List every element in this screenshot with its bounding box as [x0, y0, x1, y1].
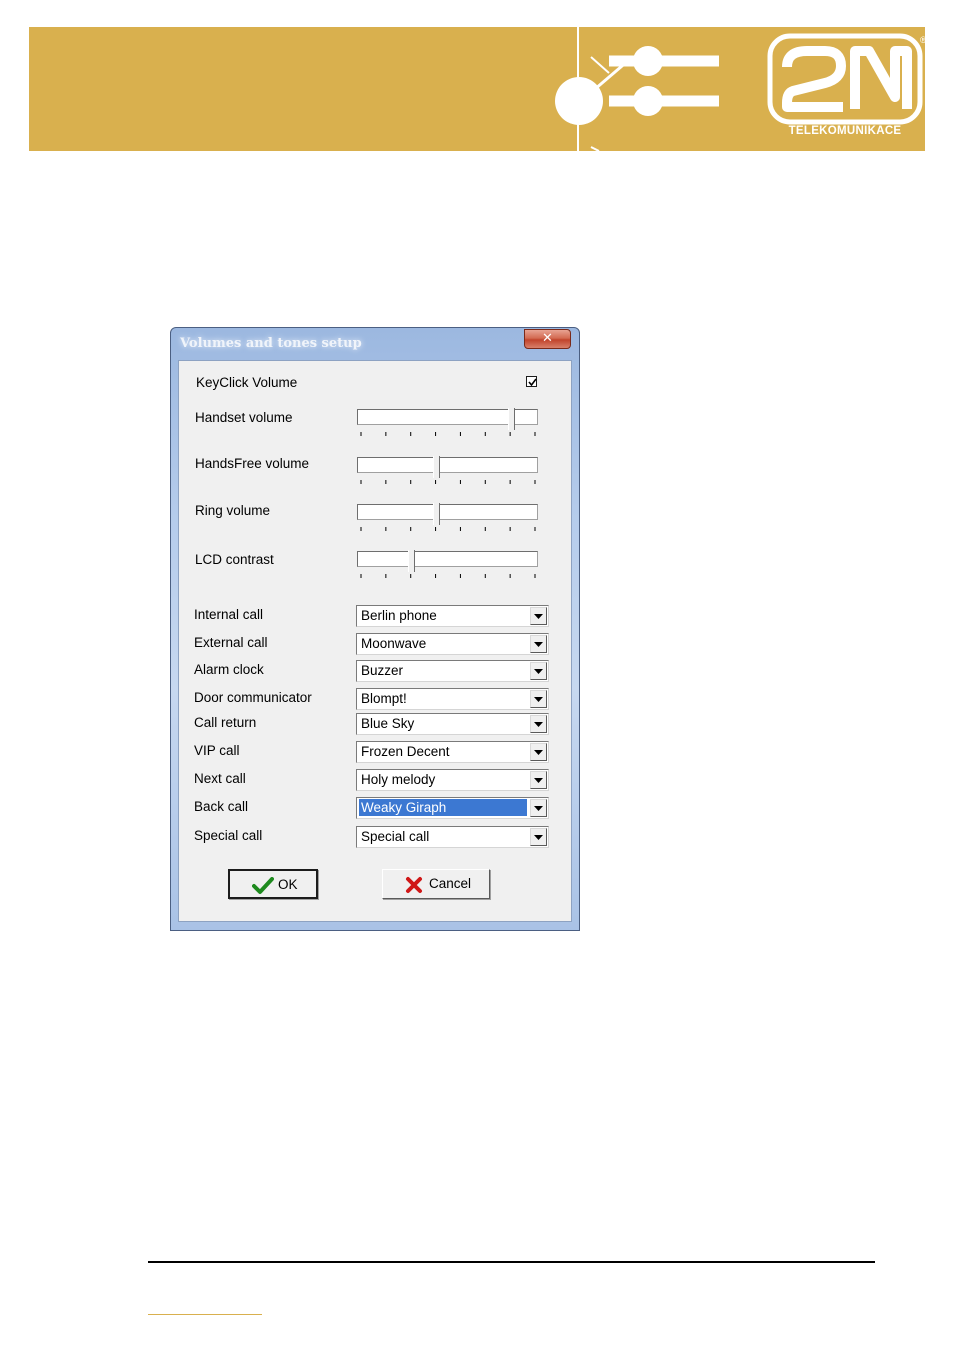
footer-accent-line: [148, 1314, 262, 1315]
lcd-contrast-slider[interactable]: [357, 550, 539, 581]
tone-select[interactable]: Moonwave: [356, 633, 549, 655]
dropdown-button[interactable]: [530, 607, 547, 625]
tone-select-value: Frozen Decent: [361, 744, 450, 759]
tone-label: Call return: [194, 715, 257, 730]
slider-track: [357, 551, 538, 567]
ok-button[interactable]: OK: [228, 869, 318, 899]
tone-label: VIP call: [194, 743, 240, 758]
slider-track: [357, 457, 538, 473]
chevron-down-icon: [534, 642, 543, 647]
tone-select-value: Special call: [361, 829, 430, 844]
dropdown-button[interactable]: [530, 635, 547, 653]
tone-label: Back call: [194, 799, 249, 814]
chevron-down-icon: [534, 835, 543, 840]
keyclick-volume-checkbox[interactable]: [526, 376, 537, 387]
tone-label: Door communicator: [194, 690, 312, 705]
tone-select-value: Holy melody: [361, 772, 436, 787]
tone-select-value: Moonwave: [361, 636, 427, 651]
ok-button-label: OK: [278, 877, 298, 892]
tone-select[interactable]: Weaky Giraph: [356, 797, 549, 819]
tone-select[interactable]: Frozen Decent: [356, 741, 549, 763]
chevron-down-icon: [534, 614, 543, 619]
handsfree-volume-label: HandsFree volume: [195, 456, 310, 471]
slider-ticks: [360, 432, 536, 436]
header-banner: ® TELEKOMUNIKACE: [29, 27, 927, 151]
tone-label: Alarm clock: [194, 662, 264, 677]
slider-track: [357, 504, 538, 520]
red-x-icon: [406, 877, 422, 893]
slider-thumb[interactable]: [432, 503, 440, 525]
chevron-down-icon: [534, 778, 543, 783]
logo-subtitle: TELEKOMUNIKACE: [788, 125, 902, 137]
ring-volume-slider[interactable]: [357, 503, 539, 534]
ring-volume-label: Ring volume: [195, 503, 271, 518]
dropdown-button[interactable]: [530, 771, 547, 789]
tone-select-value: Weaky Giraph: [359, 799, 527, 816]
tone-select[interactable]: Blue Sky: [356, 713, 549, 735]
tone-label: Internal call: [194, 607, 264, 622]
chevron-down-icon: [534, 750, 543, 755]
handsfree-volume-slider[interactable]: [357, 456, 539, 487]
dropdown-button[interactable]: [530, 715, 547, 733]
tone-select-value: Blue Sky: [361, 716, 415, 731]
tone-select[interactable]: Buzzer: [356, 660, 549, 682]
chevron-down-icon: [534, 669, 543, 674]
dialog-title: Volumes and tones setup: [180, 336, 362, 351]
2n-logo-icon: [767, 33, 923, 125]
slider-thumb[interactable]: [432, 456, 440, 478]
tone-select[interactable]: Berlin phone: [356, 605, 549, 627]
slider-ticks: [360, 574, 536, 578]
checkbox-check-icon: [528, 378, 537, 387]
tone-select[interactable]: Holy melody: [356, 769, 549, 791]
tone-select[interactable]: Blompt!: [356, 688, 549, 710]
keyclick-volume-label: KeyClick Volume: [196, 375, 298, 390]
tone-select-value: Buzzer: [361, 663, 404, 678]
cancel-button-label: Cancel: [429, 876, 472, 891]
tone-label: Next call: [194, 771, 246, 786]
slider-ticks: [360, 480, 536, 484]
dropdown-button[interactable]: [530, 743, 547, 761]
registered-mark: ®: [920, 35, 927, 45]
slider-thumb[interactable]: [408, 550, 416, 572]
checkmark-icon: [252, 877, 274, 894]
tone-select-value: Blompt!: [361, 691, 407, 706]
dialog-titlebar[interactable]: Volumes and tones setup ✕: [171, 328, 579, 360]
footer-divider: [148, 1261, 875, 1263]
chevron-down-icon: [534, 697, 543, 702]
tone-select-value: Berlin phone: [361, 608, 437, 623]
handset-volume-slider[interactable]: [357, 408, 539, 439]
slider-thumb[interactable]: [507, 408, 515, 430]
dropdown-button[interactable]: [530, 828, 547, 846]
handset-volume-label: Handset volume: [195, 410, 293, 425]
close-button[interactable]: ✕: [524, 329, 571, 349]
tone-label: External call: [194, 635, 268, 650]
cancel-button[interactable]: Cancel: [382, 869, 490, 899]
tone-select[interactable]: Special call: [356, 826, 549, 848]
chevron-down-icon: [534, 722, 543, 727]
slider-ticks: [360, 527, 536, 531]
dropdown-button[interactable]: [530, 662, 547, 680]
tone-label: Special call: [194, 828, 263, 843]
lcd-contrast-label: LCD contrast: [195, 552, 274, 567]
dropdown-button[interactable]: [530, 690, 547, 708]
dropdown-button[interactable]: [530, 799, 547, 817]
chevron-down-icon: [534, 806, 543, 811]
